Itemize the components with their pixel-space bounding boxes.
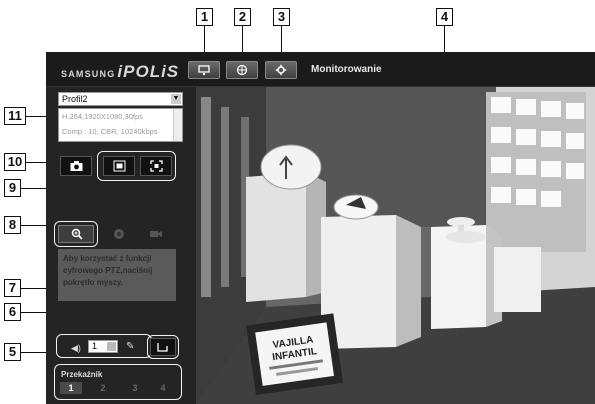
leader-line	[21, 225, 49, 226]
playback-icon	[236, 64, 248, 76]
ptz-tab[interactable]	[104, 225, 134, 243]
callout-4: 4	[436, 8, 453, 26]
ptz-help-text: Aby korzystać z funkcji cyfrowego PTZ,na…	[58, 249, 176, 301]
callout-6: 6	[4, 303, 21, 321]
callout-5: 5	[4, 343, 21, 361]
camera-feed: VAJILLA INFANTIL	[196, 87, 595, 404]
callout-2: 2	[234, 8, 251, 26]
brand-name: SAMSUNG	[61, 69, 116, 79]
callout-8: 8	[4, 216, 21, 234]
scrollbar[interactable]	[173, 109, 182, 141]
callout-highlight	[147, 335, 179, 359]
sidebar: Profil2 ▼ H.264,1920X1080,30fps Comp : 1…	[46, 87, 196, 404]
settings-icon	[275, 64, 287, 76]
callout-11: 11	[4, 107, 26, 125]
callout-highlight	[56, 334, 152, 358]
page-title: Monitorowanie	[311, 64, 382, 75]
profile-select[interactable]: Profil2 ▼	[58, 92, 183, 106]
app-window: SAMSUNG iPOLiS Monitorowanie Profil2 ▼ H.…	[46, 52, 595, 404]
profile-info-line: Comp : 10, CBR, 10240kbps	[62, 127, 158, 136]
camera-control-tab[interactable]	[141, 225, 171, 243]
chevron-down-icon: ▼	[171, 94, 181, 104]
capture-button[interactable]	[60, 156, 92, 176]
callout-9: 9	[4, 179, 21, 197]
callout-3: 3	[273, 8, 290, 26]
callout-7: 7	[4, 279, 21, 297]
monitoring-button[interactable]	[188, 61, 220, 79]
callout-1: 1	[196, 8, 213, 26]
callout-10: 10	[4, 153, 26, 171]
top-bar: SAMSUNG iPOLiS Monitorowanie	[46, 52, 595, 87]
product-name: iPOLiS	[117, 62, 180, 81]
settings-button[interactable]	[265, 61, 297, 79]
profile-info-line: H.264,1920X1080,30fps	[62, 112, 143, 121]
ptz-icon	[114, 229, 124, 239]
logo: SAMSUNG iPOLiS	[61, 62, 179, 82]
monitor-icon	[198, 65, 210, 75]
camera-icon	[70, 161, 83, 171]
display-sign: VAJILLA INFANTIL	[246, 313, 344, 395]
video-camera-icon	[150, 231, 162, 237]
profile-selected-value: Profil2	[62, 94, 88, 104]
video-viewport[interactable]: VAJILLA INFANTIL	[196, 87, 595, 404]
profile-info-box: H.264,1920X1080,30fps Comp : 10, CBR, 10…	[58, 108, 183, 142]
poster-grid	[486, 92, 586, 252]
callout-highlight	[97, 151, 176, 181]
playback-button[interactable]	[226, 61, 258, 79]
callout-highlight	[54, 364, 182, 400]
callout-highlight	[54, 221, 98, 247]
